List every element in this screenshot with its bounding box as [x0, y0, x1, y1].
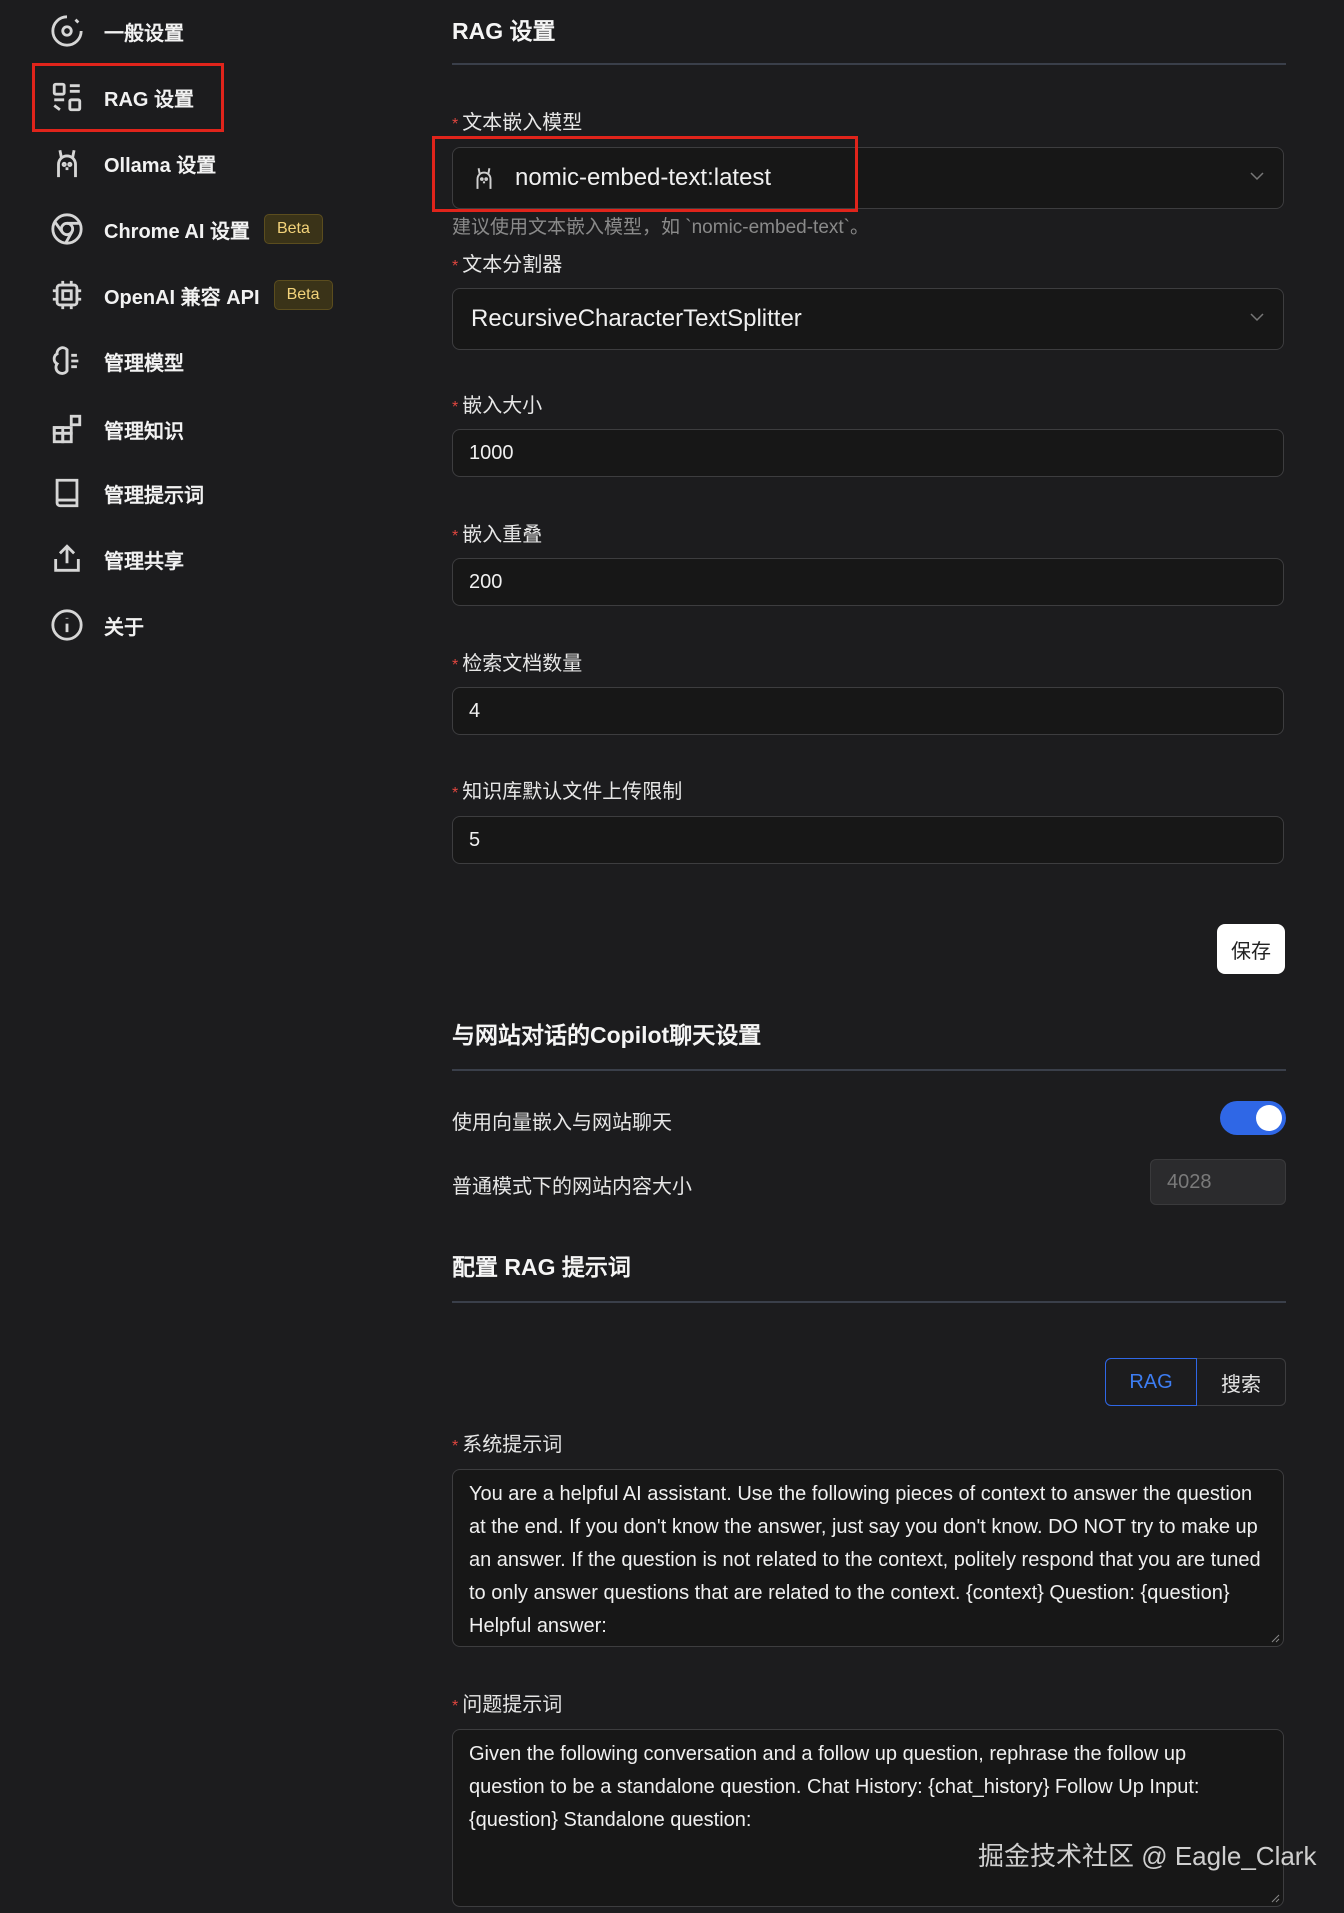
sidebar-item-label: Ollama 设置: [104, 154, 217, 177]
llama-icon: [48, 144, 86, 182]
question-prompt-textarea[interactable]: Given the following conversation and a f…: [452, 1729, 1284, 1907]
content-size-label: 普通模式下的网站内容大小: [452, 1176, 692, 1198]
question-prompt-label: * 问题提示词: [452, 1694, 563, 1716]
chunk-overlap-label: * 嵌入重叠: [452, 524, 543, 546]
rag-section-title: RAG 设置: [452, 18, 556, 44]
sidebar-item-manage-knowledge[interactable]: 管理知识: [40, 401, 184, 457]
share-upload-icon: [48, 540, 86, 578]
sidebar-item-general[interactable]: 一般设置: [40, 3, 184, 59]
embedding-model-hint: 建议使用文本嵌入模型，如 `nomic-embed-text`。: [452, 217, 869, 238]
resize-handle-icon[interactable]: [1270, 1893, 1280, 1903]
sidebar-item-label: 管理共享: [104, 550, 184, 573]
question-prompt-text: Given the following conversation and a f…: [469, 1743, 1200, 1831]
beta-badge: Beta: [273, 280, 333, 310]
doc-count-label: * 检索文档数量: [452, 653, 583, 675]
sidebar-item-label: 管理提示词: [104, 484, 204, 507]
highlight-annotation-model: [432, 136, 858, 212]
embedding-model-label: * 文本嵌入模型: [452, 112, 583, 134]
content-size-input[interactable]: 4028: [1150, 1159, 1286, 1205]
sidebar-item-label: 管理知识: [104, 420, 184, 443]
settings-sidebar: 一般设置 RAG 设置 Ollama 设置 Chrome AI 设置 Beta …: [0, 0, 400, 1913]
blocks-icon: [48, 410, 86, 448]
section-divider: [452, 1069, 1286, 1071]
cpu-chip-icon: [48, 276, 86, 314]
sidebar-item-manage-prompts[interactable]: 管理提示词: [40, 465, 204, 521]
section-divider: [452, 1301, 1286, 1303]
chunk-size-label: * 嵌入大小: [452, 395, 543, 417]
sidebar-item-manage-models[interactable]: 管理模型: [40, 333, 184, 389]
info-icon: [48, 606, 86, 644]
prompts-section-title: 配置 RAG 提示词: [452, 1254, 631, 1280]
sidebar-item-ollama[interactable]: Ollama 设置: [40, 135, 216, 191]
chevron-down-icon: [1250, 172, 1264, 181]
sidebar-item-chrome-ai[interactable]: Chrome AI 设置 Beta: [40, 201, 323, 257]
upload-limit-input[interactable]: 5: [452, 816, 1284, 864]
brain-icon: [48, 342, 86, 380]
vector-chat-label: 使用向量嵌入与网站聊天: [452, 1112, 672, 1134]
resize-handle-icon[interactable]: [1270, 1633, 1280, 1643]
save-button[interactable]: 保存: [1217, 924, 1285, 974]
sidebar-item-label: 关于: [104, 616, 144, 639]
chrome-icon: [48, 210, 86, 248]
sidebar-item-openai-api[interactable]: OpenAI 兼容 API Beta: [40, 267, 333, 323]
system-prompt-textarea[interactable]: You are a helpful AI assistant. Use the …: [452, 1469, 1284, 1647]
vector-chat-toggle[interactable]: [1220, 1101, 1286, 1135]
system-prompt-text: You are a helpful AI assistant. Use the …: [469, 1483, 1261, 1637]
sidebar-item-manage-share[interactable]: 管理共享: [40, 531, 184, 587]
upload-limit-label: * 知识库默认文件上传限制: [452, 781, 683, 803]
system-prompt-label: * 系统提示词: [452, 1434, 563, 1456]
sidebar-item-label: 管理模型: [104, 352, 184, 375]
tab-search[interactable]: 搜索: [1197, 1358, 1286, 1406]
splitter-value: RecursiveCharacterTextSplitter: [471, 305, 802, 332]
watermark: 掘金技术社区 @ Eagle_Clark: [978, 1841, 1317, 1871]
sidebar-item-label: Chrome AI 设置: [104, 220, 250, 243]
toggle-knob: [1256, 1105, 1282, 1131]
chunk-overlap-input[interactable]: 200: [452, 558, 1284, 606]
copilot-section-title: 与网站对话的Copilot聊天设置: [452, 1022, 762, 1048]
highlight-annotation-rag: [32, 63, 224, 132]
chunk-size-input[interactable]: 1000: [452, 429, 1284, 477]
tab-rag[interactable]: RAG: [1105, 1358, 1197, 1406]
splitter-select[interactable]: RecursiveCharacterTextSplitter: [452, 288, 1284, 350]
sidebar-item-label: 一般设置: [104, 22, 184, 45]
sidebar-item-about[interactable]: 关于: [40, 597, 144, 653]
beta-badge: Beta: [263, 214, 323, 244]
book-icon: [48, 474, 86, 512]
sidebar-item-label: OpenAI 兼容 API: [104, 286, 260, 309]
section-divider: [452, 63, 1286, 65]
settings-cog-icon: [48, 12, 86, 50]
doc-count-input[interactable]: 4: [452, 687, 1284, 735]
splitter-label: * 文本分割器: [452, 254, 563, 276]
chevron-down-icon: [1250, 313, 1264, 322]
